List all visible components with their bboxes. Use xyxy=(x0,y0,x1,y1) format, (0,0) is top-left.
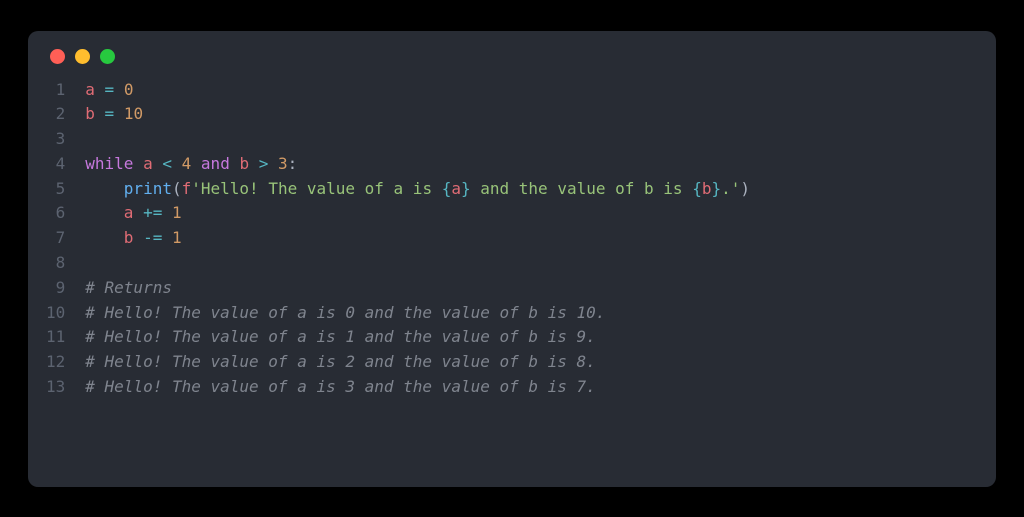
code-line: b -= 1 xyxy=(85,226,750,251)
token-pn xyxy=(172,154,182,173)
token-op: += xyxy=(143,203,162,222)
token-pn xyxy=(268,154,278,173)
token-var: a xyxy=(85,80,95,99)
token-cm: # Returns xyxy=(85,278,172,297)
token-cm: # Hello! The value of a is 0 and the val… xyxy=(85,303,605,322)
line-number: 5 xyxy=(46,177,65,202)
minimize-icon[interactable] xyxy=(75,49,90,64)
token-cm: # Hello! The value of a is 2 and the val… xyxy=(85,352,596,371)
token-pn: ( xyxy=(172,179,182,198)
code-line: # Hello! The value of a is 1 and the val… xyxy=(85,325,750,350)
token-pn xyxy=(133,203,143,222)
code-line: # Hello! The value of a is 0 and the val… xyxy=(85,301,750,326)
token-str-br: } xyxy=(461,179,471,198)
token-pn xyxy=(133,154,143,173)
token-op: = xyxy=(105,104,115,123)
token-op: > xyxy=(259,154,269,173)
code-line: # Hello! The value of a is 3 and the val… xyxy=(85,375,750,400)
token-op: < xyxy=(162,154,172,173)
line-number: 10 xyxy=(46,301,65,326)
token-pn xyxy=(95,80,105,99)
token-kw: while xyxy=(85,154,133,173)
token-pn xyxy=(133,228,143,247)
code-line: a += 1 xyxy=(85,201,750,226)
token-var: f xyxy=(182,179,192,198)
token-pn xyxy=(191,154,201,173)
token-op: -= xyxy=(143,228,162,247)
token-pn xyxy=(114,80,124,99)
line-number: 11 xyxy=(46,325,65,350)
token-var: a xyxy=(124,203,134,222)
token-pn xyxy=(162,203,172,222)
token-pn xyxy=(95,104,105,123)
token-str-br: } xyxy=(711,179,721,198)
code-line: print(f'Hello! The value of a is {a} and… xyxy=(85,177,750,202)
line-number: 3 xyxy=(46,127,65,152)
line-number: 12 xyxy=(46,350,65,375)
token-var: b xyxy=(239,154,249,173)
line-number-gutter: 12345678910111213 xyxy=(28,78,85,400)
token-cm: # Hello! The value of a is 1 and the val… xyxy=(85,327,596,346)
code-area: 12345678910111213 a = 0b = 10 while a < … xyxy=(28,78,996,400)
token-pn xyxy=(249,154,259,173)
token-num: 4 xyxy=(182,154,192,173)
token-var: b xyxy=(85,104,95,123)
code-line: b = 10 xyxy=(85,102,750,127)
token-fn: print xyxy=(124,179,172,198)
token-pn xyxy=(85,179,124,198)
token-pn xyxy=(162,228,172,247)
traffic-lights xyxy=(28,49,996,78)
token-pn: : xyxy=(288,154,298,173)
token-num: 10 xyxy=(124,104,143,123)
line-number: 4 xyxy=(46,152,65,177)
token-pn xyxy=(85,228,124,247)
token-str-br: { xyxy=(692,179,702,198)
line-number: 13 xyxy=(46,375,65,400)
line-number: 8 xyxy=(46,251,65,276)
token-num: 0 xyxy=(124,80,134,99)
line-number: 9 xyxy=(46,276,65,301)
close-icon[interactable] xyxy=(50,49,65,64)
token-str: and the value of b is xyxy=(471,179,693,198)
code-window: 12345678910111213 a = 0b = 10 while a < … xyxy=(28,31,996,487)
code-line xyxy=(85,251,750,276)
token-num: 1 xyxy=(172,228,182,247)
maximize-icon[interactable] xyxy=(100,49,115,64)
token-var: b xyxy=(124,228,134,247)
token-pn: ) xyxy=(740,179,750,198)
token-kw: and xyxy=(201,154,230,173)
code-line: a = 0 xyxy=(85,78,750,103)
token-var: a xyxy=(143,154,153,173)
line-number: 1 xyxy=(46,78,65,103)
token-num: 1 xyxy=(172,203,182,222)
token-str: .' xyxy=(721,179,740,198)
line-number: 6 xyxy=(46,201,65,226)
code-line xyxy=(85,127,750,152)
token-pn xyxy=(85,203,124,222)
token-str-int: a xyxy=(451,179,461,198)
code-content: a = 0b = 10 while a < 4 and b > 3: print… xyxy=(85,78,750,400)
code-line: # Returns xyxy=(85,276,750,301)
token-str: 'Hello! The value of a is xyxy=(191,179,441,198)
token-str-br: { xyxy=(442,179,452,198)
code-line: while a < 4 and b > 3: xyxy=(85,152,750,177)
token-pn xyxy=(114,104,124,123)
token-pn xyxy=(153,154,163,173)
token-num: 3 xyxy=(278,154,288,173)
token-op: = xyxy=(105,80,115,99)
line-number: 2 xyxy=(46,102,65,127)
token-cm: # Hello! The value of a is 3 and the val… xyxy=(85,377,596,396)
line-number: 7 xyxy=(46,226,65,251)
code-line: # Hello! The value of a is 2 and the val… xyxy=(85,350,750,375)
